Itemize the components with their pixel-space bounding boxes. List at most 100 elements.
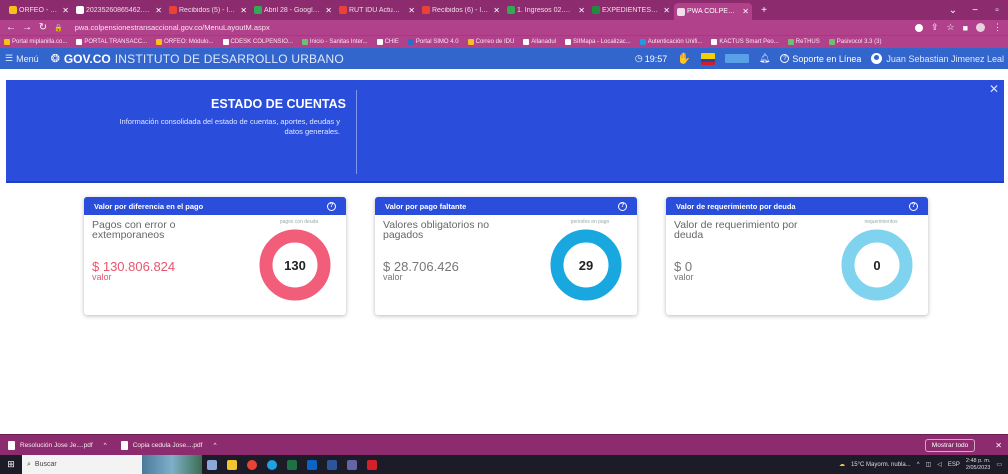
file-explorer-icon[interactable]: [222, 455, 242, 474]
tab-close-icon[interactable]: ✕: [408, 6, 415, 15]
clock[interactable]: 2:48 p. m. 2/05/2023: [966, 458, 990, 472]
volume-icon[interactable]: ◁: [937, 461, 942, 468]
card-ring-caption: periodos en pago: [570, 219, 610, 225]
url-field[interactable]: pwa.colpensionestransaccional.gov.co/Men…: [75, 23, 270, 32]
tab-close-icon[interactable]: ✕: [578, 6, 585, 15]
card-count[interactable]: 130: [259, 229, 331, 301]
browser-tab[interactable]: Recibidos (5) - laura.r ✕: [166, 3, 250, 18]
reload-icon[interactable]: ↻: [38, 22, 48, 33]
browser-tab[interactable]: 1. Ingresos 02.05.2023 ✕: [504, 3, 588, 18]
browser-tab[interactable]: ORFEO - Sistema de ✕: [6, 3, 72, 18]
star-icon[interactable]: ☆: [946, 22, 954, 33]
tab-close-icon[interactable]: ✕: [742, 7, 749, 16]
network-icon[interactable]: ◫: [926, 461, 932, 468]
teams-icon[interactable]: [342, 455, 362, 474]
user-menu[interactable]: Juan Sebastian Jimenez Leal: [871, 53, 1004, 64]
help-icon[interactable]: ?: [618, 201, 627, 211]
tray-chevron-icon[interactable]: ^: [917, 462, 920, 468]
bookmark-label: Portal SIMO 4.0: [415, 39, 459, 45]
bookmark-item[interactable]: SIIMapa - Localizac...: [564, 39, 631, 45]
bookmark-item[interactable]: ReTHUS: [787, 39, 820, 45]
help-icon[interactable]: ?: [909, 201, 918, 211]
browser-tab[interactable]: RUT IDU Actualizado ✕: [336, 3, 418, 18]
card-count[interactable]: 29: [550, 229, 622, 301]
back-icon[interactable]: ←: [6, 22, 16, 33]
tab-favicon-icon: [677, 7, 685, 16]
clock-date: 2/05/2023: [965, 464, 991, 471]
browser-tab[interactable]: PWA COLPENSIONES ✕: [674, 3, 752, 20]
accessibility-icon[interactable]: ✋: [677, 52, 691, 65]
bookmark-label: Correo de IDU: [475, 39, 515, 45]
excel-icon[interactable]: [282, 455, 302, 474]
card-header: Valor por diferencia en el pago?: [84, 197, 346, 215]
banner-title: ESTADO DE CUENTAS: [211, 97, 346, 111]
tab-favicon-icon: [169, 6, 177, 14]
bookmark-item[interactable]: Inicio - Sanitas Inter...: [301, 39, 368, 45]
bookmark-item[interactable]: Correo de IDU: [467, 39, 515, 45]
bookmark-favicon-icon: [639, 39, 646, 45]
chevron-up-icon[interactable]: ^: [104, 442, 107, 449]
taskbar-search[interactable]: ⌕ Buscar: [22, 455, 142, 474]
download-item[interactable]: Resolución Jose Je....pdf ^: [8, 440, 107, 450]
share-icon[interactable]: ⇪: [931, 22, 939, 33]
browser-tab[interactable]: EXPEDIENTES LABOR ✕: [589, 3, 673, 18]
menu-toggle[interactable]: ☰ Menú: [0, 53, 39, 64]
bell-icon[interactable]: 🔔︎: [759, 53, 770, 64]
minimize-icon[interactable]: −: [964, 5, 986, 16]
word-icon[interactable]: [322, 455, 342, 474]
windows-start-icon[interactable]: ⊞: [0, 459, 22, 470]
browser-tab[interactable]: Recibidos (6) - laura.r ✕: [419, 3, 503, 18]
tab-close-icon[interactable]: ✕: [240, 6, 247, 15]
bookmark-item[interactable]: CDESK COLPENSIO...: [222, 39, 293, 45]
bookmark-item[interactable]: KACTUS Smart Peo...: [711, 39, 779, 45]
gov-co-logo[interactable]: GOV.CO: [64, 52, 111, 66]
google-lens-icon[interactable]: [914, 23, 923, 32]
weather-text[interactable]: 15°C Mayorm. nubla...: [851, 462, 911, 468]
acrobat-icon[interactable]: [362, 455, 382, 474]
bookmark-item[interactable]: Portal SIMO 4.0: [407, 39, 459, 45]
bookmark-item[interactable]: Portal miplanilla.co...: [4, 39, 67, 45]
bookmark-label: SIIMapa - Localizac...: [572, 39, 631, 45]
task-view-icon[interactable]: [202, 455, 222, 474]
more-icon[interactable]: ⋮: [993, 22, 1002, 33]
help-icon[interactable]: ?: [327, 201, 336, 211]
bookmark-item[interactable]: Allanadul: [523, 39, 556, 45]
download-item[interactable]: Copia cedula Jose....pdf ^: [120, 440, 217, 450]
bookmark-item[interactable]: PORTAL TRANSACC...: [76, 39, 147, 45]
tab-search-icon[interactable]: ⌄: [942, 5, 964, 16]
brand: ❂ GOV.CO INSTITUTO DE DESARROLLO URBANO: [51, 52, 344, 66]
chevron-up-icon[interactable]: ^: [213, 442, 216, 449]
tab-close-icon[interactable]: ✕: [62, 6, 69, 15]
bookmark-item[interactable]: Pasivocol 3.3 (3): [828, 39, 881, 45]
tab-title: EXPEDIENTES LABOR: [602, 6, 658, 14]
language-indicator[interactable]: ESP: [948, 462, 960, 468]
browser-tab[interactable]: Abril 28 - Google Dri ✕: [251, 3, 335, 18]
chrome-icon[interactable]: [242, 455, 262, 474]
taskbar-widget-image[interactable]: [142, 455, 202, 474]
tab-title: RUT IDU Actualizado: [349, 6, 404, 14]
edge-icon[interactable]: [262, 455, 282, 474]
restore-icon[interactable]: ▫: [986, 5, 1008, 16]
bookmark-label: KACTUS Smart Peo...: [719, 39, 779, 45]
tab-title: PWA COLPENSIONES: [687, 8, 738, 15]
bookmark-item[interactable]: Autenticación Unifi...: [639, 39, 702, 45]
show-all-button[interactable]: Mostrar todo: [924, 438, 976, 452]
tab-close-icon[interactable]: ✕: [663, 6, 670, 15]
bookmark-item[interactable]: CHIE: [376, 39, 399, 45]
close-icon[interactable]: ✕: [989, 82, 999, 96]
notifications-icon[interactable]: ▭: [996, 461, 1002, 468]
support-link[interactable]: ? Soporte en Línea: [780, 54, 861, 64]
forward-icon[interactable]: →: [22, 22, 32, 33]
tab-close-icon[interactable]: ✕: [325, 6, 332, 15]
bookmark-item[interactable]: ORFEO: Módulo...: [156, 39, 214, 45]
extensions-icon[interactable]: ■: [963, 23, 968, 33]
new-tab-button[interactable]: +: [753, 5, 775, 16]
outlook-icon[interactable]: [302, 455, 322, 474]
profile-icon[interactable]: [976, 23, 985, 32]
tab-close-icon[interactable]: ✕: [493, 6, 500, 15]
tab-close-icon[interactable]: ✕: [155, 6, 162, 15]
card-count[interactable]: 0: [841, 229, 913, 301]
close-downloads-icon[interactable]: ✕: [995, 441, 1002, 450]
browser-tab[interactable]: 20235260865462.pdf ✕: [73, 3, 165, 18]
banner-divider: [356, 90, 357, 174]
